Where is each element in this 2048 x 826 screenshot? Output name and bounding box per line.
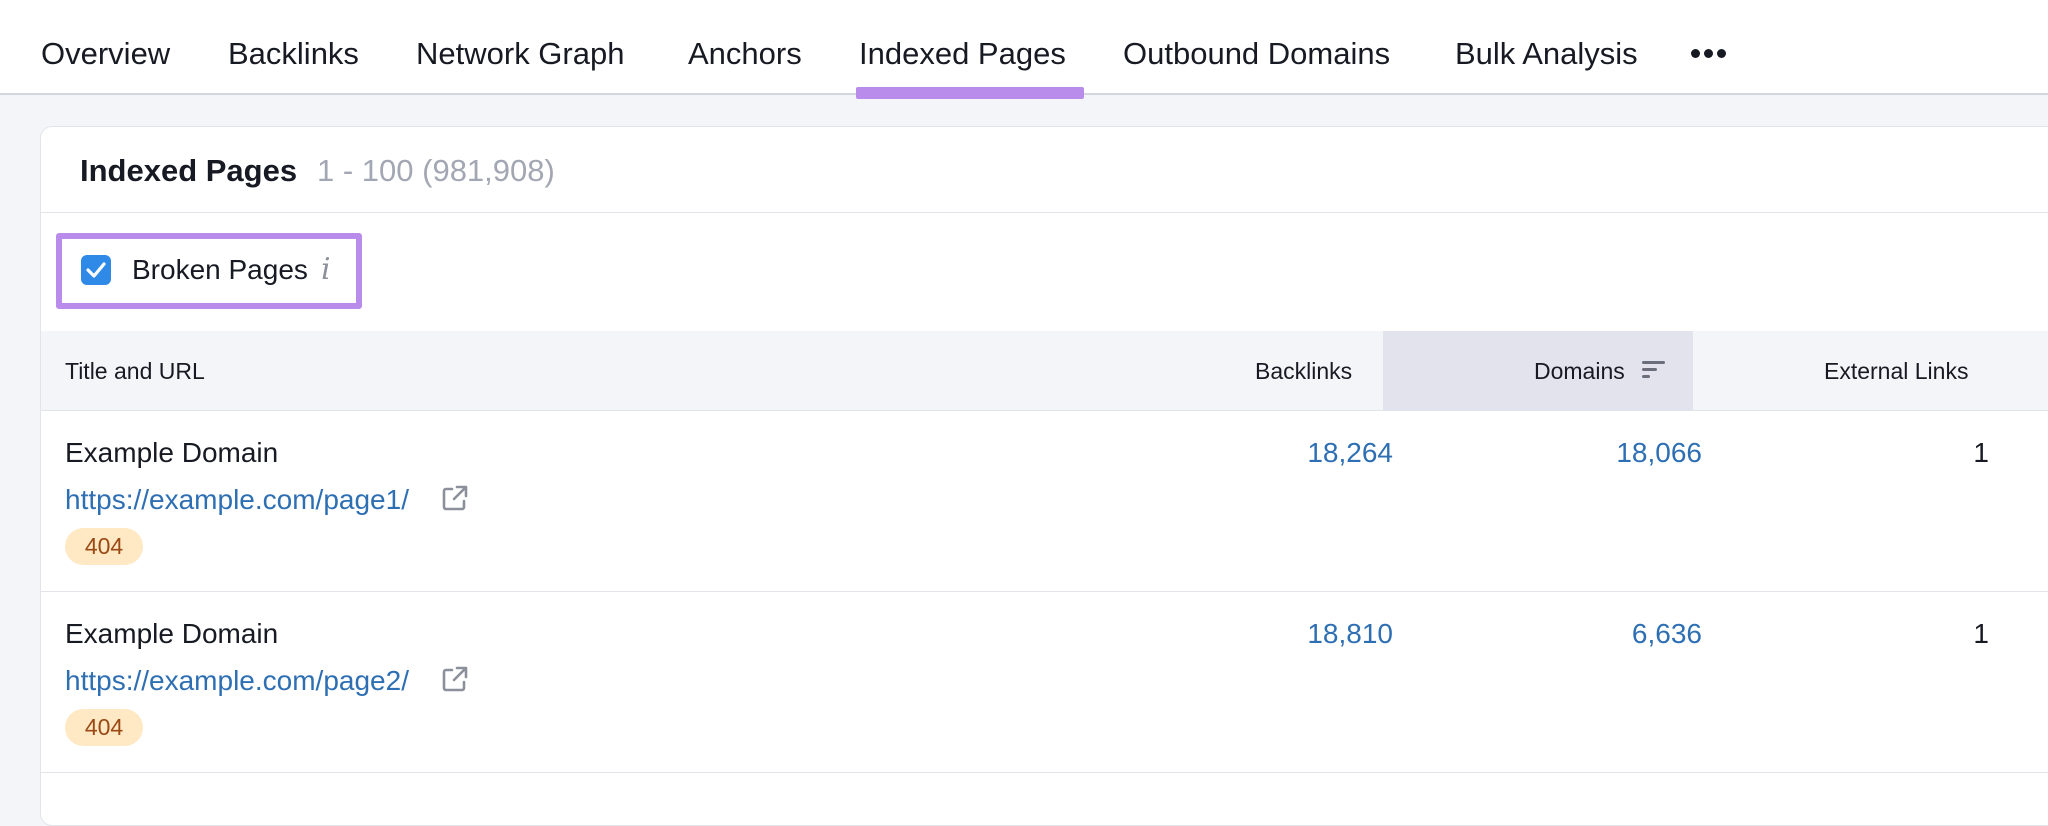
- table-row: Example Domain https://example.com/page1…: [41, 412, 2048, 592]
- status-badge: 404: [65, 709, 143, 746]
- tab-outbound-domains[interactable]: Outbound Domains: [1123, 0, 1390, 95]
- card-header: Indexed Pages 1 - 100 (981,908): [41, 127, 2048, 213]
- tab-anchors[interactable]: Anchors: [688, 0, 802, 95]
- check-icon: [86, 262, 106, 278]
- indexed-pages-card: Indexed Pages 1 - 100 (981,908) Broken P…: [40, 126, 2048, 826]
- external-link-icon[interactable]: [440, 664, 470, 694]
- external-link-icon[interactable]: [440, 483, 470, 513]
- broken-pages-filter: Broken Pages i: [56, 233, 362, 309]
- card-title: Indexed Pages: [80, 153, 298, 188]
- report-tabs: Overview Backlinks Network Graph Anchors…: [0, 0, 2048, 99]
- column-domains[interactable]: Domains: [1534, 331, 1625, 411]
- tab-bulk-analysis[interactable]: Bulk Analysis: [1455, 0, 1638, 95]
- info-icon[interactable]: i: [321, 252, 331, 287]
- page-url-link[interactable]: https://example.com/page1/: [65, 484, 409, 516]
- column-external-links[interactable]: External Links: [1824, 331, 1968, 411]
- external-links-count: 1: [1973, 618, 1989, 649]
- page-title: Example Domain: [65, 618, 279, 649]
- backlinks-count[interactable]: 18,810: [1307, 618, 1393, 650]
- tab-network-graph[interactable]: Network Graph: [416, 0, 624, 95]
- status-badge: 404: [65, 528, 143, 565]
- more-tabs-icon[interactable]: [1691, 49, 1727, 59]
- tab-indexed-pages[interactable]: Indexed Pages: [856, 0, 1084, 99]
- broken-pages-label: Broken Pages: [132, 254, 308, 285]
- page-title: Example Domain: [65, 437, 279, 468]
- table-header: Title and URL Backlinks Domains External…: [41, 331, 2048, 411]
- domains-count[interactable]: 6,636: [1632, 618, 1702, 650]
- sort-descending-icon[interactable]: [1641, 357, 1667, 383]
- backlinks-count[interactable]: 18,264: [1307, 437, 1393, 469]
- column-backlinks[interactable]: Backlinks: [1255, 331, 1352, 411]
- domains-count[interactable]: 18,066: [1616, 437, 1702, 469]
- column-title-url: Title and URL: [65, 358, 205, 384]
- tab-overview[interactable]: Overview: [41, 0, 170, 95]
- broken-pages-checkbox[interactable]: [81, 255, 111, 285]
- page-url-link[interactable]: https://example.com/page2/: [65, 665, 409, 697]
- result-range: 1 - 100 (981,908): [317, 153, 555, 188]
- tab-backlinks[interactable]: Backlinks: [228, 0, 359, 95]
- table-row: Example Domain https://example.com/page2…: [41, 593, 2048, 773]
- external-links-count: 1: [1973, 437, 1989, 468]
